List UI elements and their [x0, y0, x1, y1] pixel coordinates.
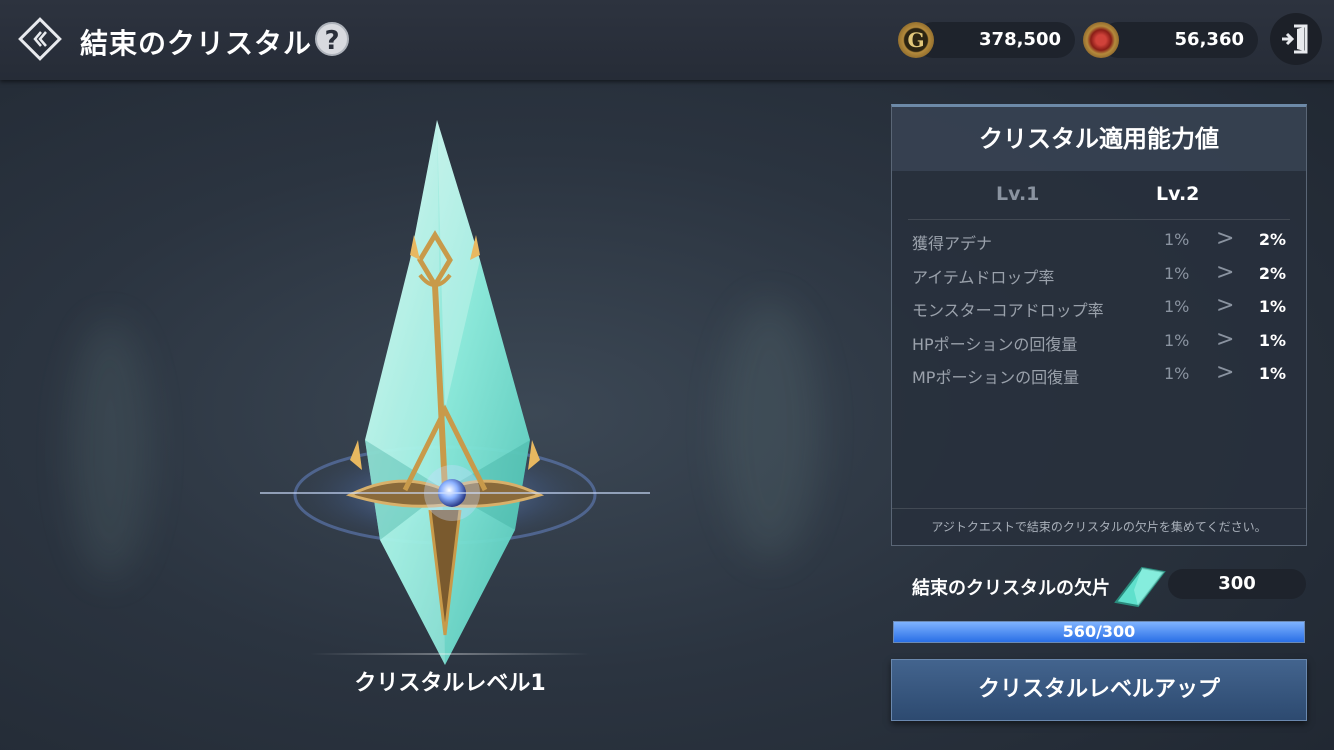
gold-value: 378,500 — [979, 29, 1061, 50]
stat-current: 1% — [1164, 330, 1190, 350]
gold-coin-letter: G — [907, 28, 925, 52]
next-level: Lv.2 — [1156, 183, 1200, 205]
stat-row: MPポーションの回復量 1% > 1% — [908, 358, 1290, 392]
back-button[interactable] — [16, 15, 64, 63]
stat-arrow: > — [1216, 326, 1235, 352]
stat-next: 1% — [1258, 364, 1286, 383]
stat-current: 1% — [1164, 263, 1190, 283]
crystal-level-label: クリスタルレベル1 — [354, 671, 546, 696]
gold-counter: 378,500 — [915, 22, 1075, 58]
stat-row: 獲得アデナ 1% > 2% — [908, 224, 1290, 258]
shard-progress-bar: 560/300 — [893, 621, 1305, 643]
stat-name: アイテムドロップ率 — [912, 267, 1055, 287]
crystal-artwork — [230, 110, 670, 670]
stat-next: 1% — [1258, 297, 1286, 316]
stat-current: 1% — [1164, 297, 1190, 316]
top-bar: 結束のクリスタル ? 378,500 G 56,360 — [0, 0, 1334, 80]
crystal-image — [260, 120, 650, 665]
stat-current: 1% — [1164, 230, 1190, 249]
shard-count: 300 — [1168, 569, 1306, 599]
shard-label: 結束のクリスタルの欠片 — [912, 578, 1110, 599]
stat-name: モンスターコアドロップ率 — [912, 301, 1104, 320]
current-level: Lv.1 — [996, 183, 1040, 205]
exit-button[interactable] — [1270, 13, 1322, 65]
progress-text: 560/300 — [1062, 622, 1136, 641]
crystal-shard-icon — [1112, 564, 1168, 608]
fog-right — [720, 300, 820, 560]
page-title: 結束のクリスタル — [80, 27, 313, 60]
stat-row: モンスターコアドロップ率 1% > 1% — [908, 291, 1290, 325]
gem-counter: 56,360 — [1100, 22, 1258, 58]
help-button[interactable]: ? — [315, 22, 349, 56]
stat-next: 1% — [1258, 330, 1286, 350]
crystal-stats-panel: クリスタル適用能力値 Lv.1 Lv.2 獲得アデナ 1% > 2% アイテムド… — [891, 104, 1307, 546]
level-compare-row: Lv.1 Lv.2 — [908, 171, 1290, 220]
level-up-button[interactable]: クリスタルレベルアップ — [891, 659, 1307, 721]
exit-door-icon — [1282, 24, 1308, 54]
stat-name: HPポーションの回復量 — [912, 334, 1078, 354]
stat-row: アイテムドロップ率 1% > 2% — [908, 258, 1290, 292]
stat-next: 2% — [1258, 230, 1286, 249]
stat-row: HPポーションの回復量 1% > 1% — [908, 325, 1290, 359]
stat-arrow: > — [1216, 226, 1235, 251]
stat-arrow: > — [1216, 259, 1235, 285]
crystal-level-divider — [310, 653, 590, 655]
stat-current: 1% — [1164, 364, 1190, 383]
stat-arrow: > — [1216, 293, 1235, 318]
gold-coin-icon: G — [898, 22, 934, 58]
stat-next: 2% — [1258, 263, 1286, 283]
stat-name: 獲得アデナ — [912, 234, 993, 253]
panel-hint: アジトクエストで結束のクリスタルの欠片を集めてください。 — [892, 508, 1306, 545]
fog-left — [70, 320, 150, 580]
red-gem-icon — [1083, 22, 1119, 58]
stat-arrow: > — [1216, 360, 1235, 385]
back-chevron-icon — [18, 17, 62, 61]
panel-title: クリスタル適用能力値 — [892, 107, 1306, 171]
gem-value: 56,360 — [1174, 29, 1244, 50]
stat-name: MPポーションの回復量 — [912, 368, 1080, 387]
